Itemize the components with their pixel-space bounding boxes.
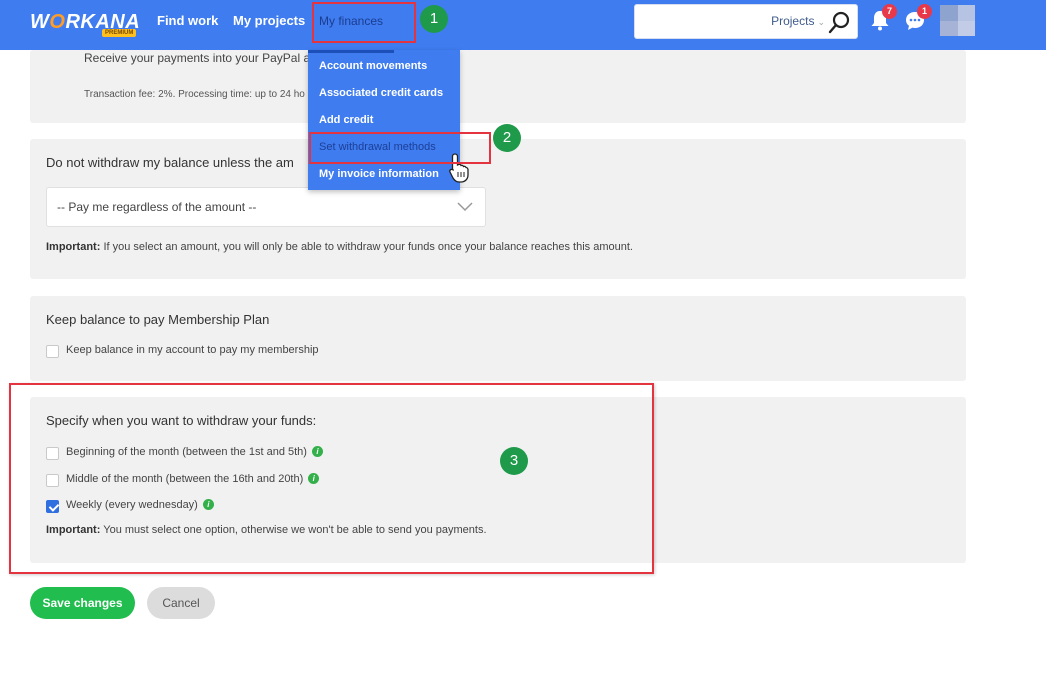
schedule-checkbox-beginning[interactable]	[46, 447, 59, 460]
info-icon[interactable]: i	[202, 499, 214, 510]
nav-my-finances[interactable]: My finances	[319, 14, 383, 28]
menu-item-account-movements[interactable]: Account movements	[319, 60, 427, 72]
important-text: If you select an amount, you will only b…	[100, 241, 633, 253]
paypal-receive-text: Receive your payments into your PayPal a…	[84, 51, 317, 65]
paypal-fee-text: Transaction fee: 2%. Processing time: up…	[84, 89, 305, 100]
info-icon[interactable]: i	[308, 473, 320, 484]
schedule-checkbox-middle[interactable]	[46, 474, 59, 487]
withdrawal-schedule-panel: Specify when you want to withdraw your f…	[30, 397, 966, 563]
membership-checkbox[interactable]	[46, 345, 59, 358]
important-label: Important:	[46, 524, 101, 536]
top-navbar: WORKANA PREMIUM Find work My projects My…	[0, 0, 1046, 50]
schedule-option-label[interactable]: Weekly (every wednesday) i	[66, 499, 214, 511]
annotation-step-3: 3	[500, 447, 528, 475]
cancel-button[interactable]: Cancel	[147, 587, 215, 619]
schedule-important: Important: You must select one option, o…	[46, 524, 487, 536]
membership-title: Keep balance to pay Membership Plan	[46, 312, 270, 327]
search-bar[interactable]: Projects ⌄	[634, 4, 858, 39]
min-balance-title: Do not withdraw my balance unless the am	[46, 155, 294, 170]
notifications-badge: 7	[882, 4, 897, 19]
hand-cursor-icon	[449, 153, 469, 183]
min-balance-important: Important: If you select an amount, you …	[46, 241, 633, 253]
menu-active-indicator	[308, 50, 394, 53]
min-amount-select[interactable]: -- Pay me regardless of the amount --	[46, 187, 486, 227]
schedule-option-label[interactable]: Beginning of the month (between the 1st …	[66, 446, 323, 458]
important-text: You must select one option, otherwise we…	[100, 524, 487, 536]
schedule-option-label[interactable]: Middle of the month (between the 16th an…	[66, 473, 320, 485]
chevron-down-icon: ⌄	[817, 17, 825, 27]
chevron-down-icon	[457, 202, 473, 212]
schedule-checkbox-weekly[interactable]	[46, 500, 59, 513]
premium-badge: PREMIUM	[102, 29, 137, 37]
nav-find-work[interactable]: Find work	[157, 13, 218, 28]
min-balance-panel: Do not withdraw my balance unless the am…	[30, 139, 966, 279]
membership-panel: Keep balance to pay Membership Plan Keep…	[30, 296, 966, 381]
menu-item-add-credit[interactable]: Add credit	[319, 114, 373, 126]
messages-badge: 1	[917, 4, 932, 19]
save-changes-button[interactable]: Save changes	[30, 587, 135, 619]
schedule-title: Specify when you want to withdraw your f…	[46, 413, 317, 428]
menu-item-withdrawal-methods[interactable]: Set withdrawal methods	[319, 141, 436, 153]
menu-item-invoice-information[interactable]: My invoice information	[319, 168, 439, 180]
nav-my-projects[interactable]: My projects	[233, 13, 305, 28]
avatar[interactable]	[940, 5, 975, 36]
membership-checkbox-label[interactable]: Keep balance in my account to pay my mem…	[66, 344, 319, 356]
important-label: Important:	[46, 241, 101, 253]
paypal-panel: Receive your payments into your PayPal a…	[30, 50, 966, 123]
menu-item-credit-cards[interactable]: Associated credit cards	[319, 87, 443, 99]
annotation-step-1: 1	[420, 5, 448, 33]
annotation-step-2: 2	[493, 124, 521, 152]
search-icon[interactable]	[828, 10, 852, 34]
search-scope-label: Projects	[771, 14, 815, 28]
info-icon[interactable]: i	[311, 446, 323, 457]
min-amount-select-value: -- Pay me regardless of the amount --	[57, 200, 257, 214]
finances-dropdown-menu: Account movements Associated credit card…	[308, 50, 460, 190]
search-scope-select[interactable]: Projects ⌄	[771, 14, 825, 28]
